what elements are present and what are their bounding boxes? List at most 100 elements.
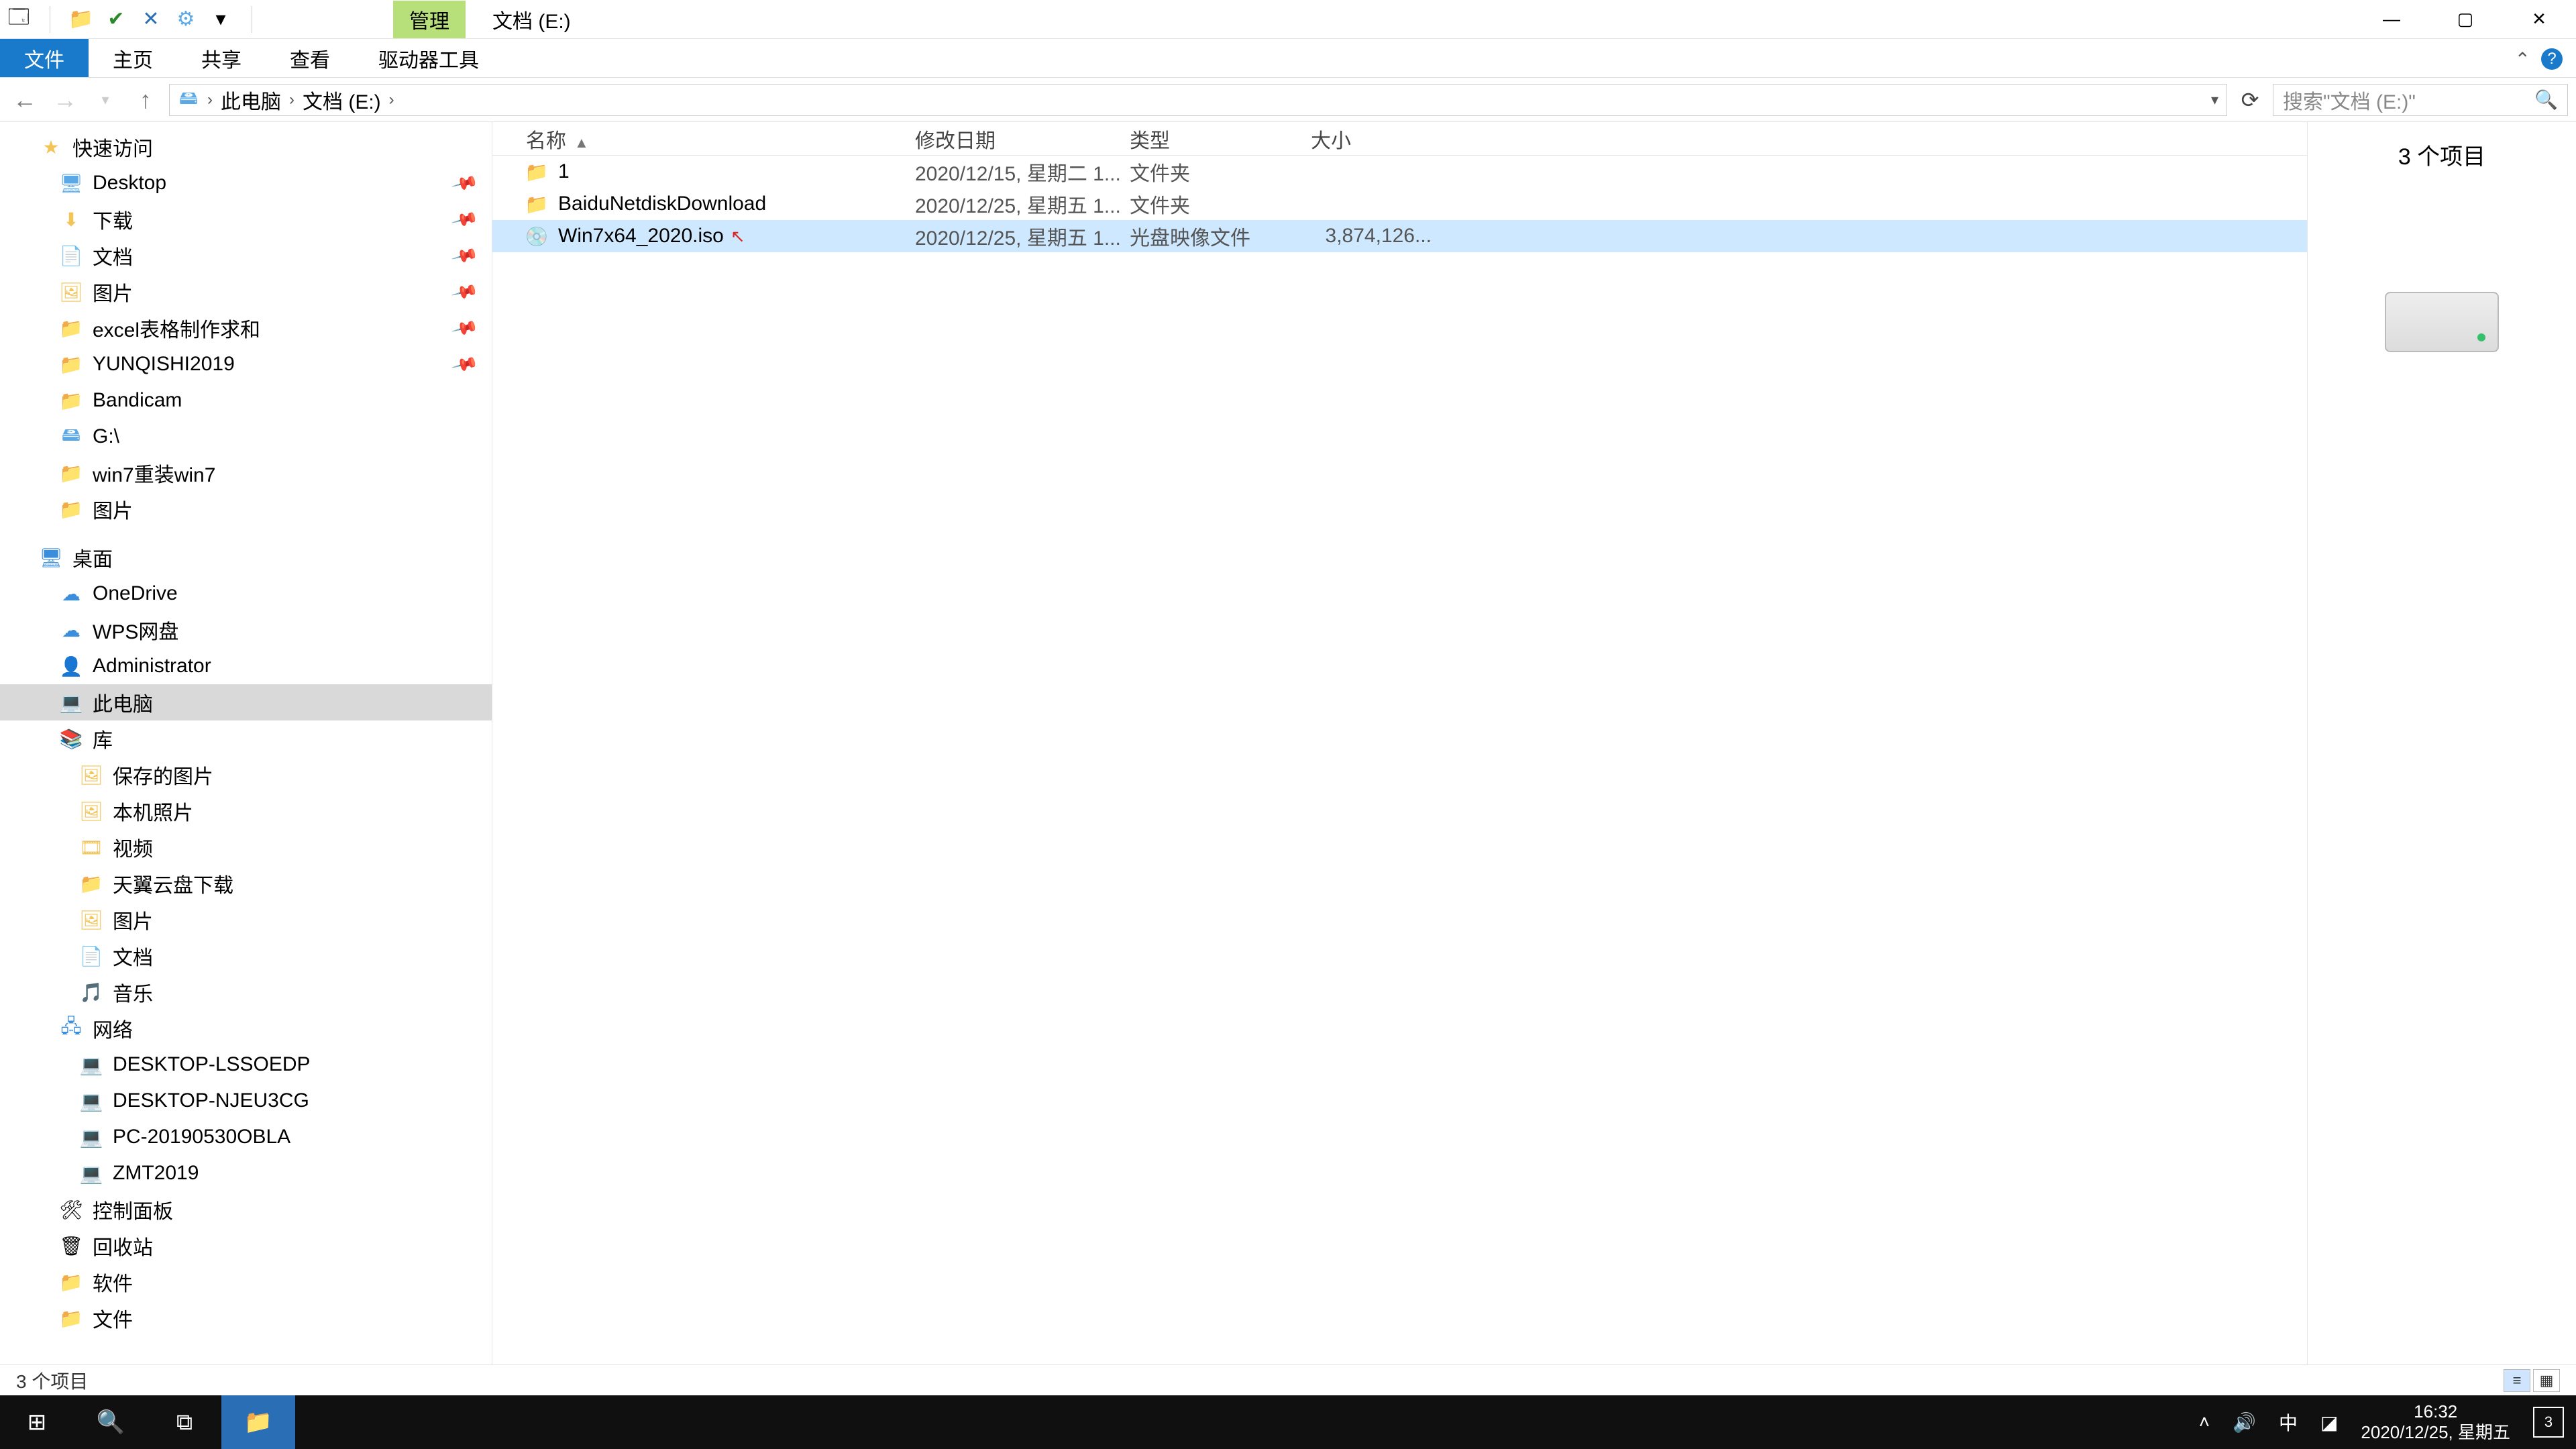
nav-software[interactable]: 📁软件 xyxy=(0,1264,492,1300)
back-button[interactable]: ← xyxy=(8,83,42,117)
nav-pictures2[interactable]: 📁图片 xyxy=(0,491,492,527)
nav-net-d1[interactable]: 💻DESKTOP-LSSOEDP xyxy=(0,1046,492,1083)
view-thumbnails-button[interactable]: ▦ xyxy=(2533,1369,2560,1392)
address-dropdown-icon[interactable]: ▾ xyxy=(2211,91,2218,109)
recent-dropdown-icon[interactable]: ▾ xyxy=(89,83,122,117)
file-date: 2020/12/15, 星期二 1... xyxy=(915,157,1130,186)
desktop-icon: 🖥 xyxy=(40,547,62,568)
col-date[interactable]: 修改日期 xyxy=(915,124,1130,154)
file-name: 1 xyxy=(558,160,570,183)
taskview-button[interactable]: ⧉ xyxy=(148,1395,221,1449)
file-row[interactable]: 📁BaiduNetdiskDownload2020/12/25, 星期五 1..… xyxy=(492,188,2307,220)
col-size[interactable]: 大小 xyxy=(1311,124,1432,154)
recycle-icon: 🗑 xyxy=(60,1235,82,1256)
nav-thispc[interactable]: 💻此电脑 xyxy=(0,684,492,720)
user-icon: 👤 xyxy=(60,655,82,677)
breadcrumb-drive[interactable]: 文档 (E:) xyxy=(303,85,381,115)
breadcrumb-thispc[interactable]: 此电脑 xyxy=(221,85,281,115)
nav-downloads[interactable]: ⬇下载📌 xyxy=(0,201,492,237)
nav-wps[interactable]: ☁WPS网盘 xyxy=(0,612,492,648)
nav-gdrive[interactable]: 🖴G:\ xyxy=(0,419,492,455)
pin-icon: 📌 xyxy=(450,350,480,378)
tab-view[interactable]: 查看 xyxy=(266,39,354,77)
action-center-button[interactable]: 3 xyxy=(2533,1407,2564,1438)
address-bar[interactable]: 🖴 › 此电脑 › 文档 (E:) › ▾ xyxy=(169,84,2227,116)
nav-admin[interactable]: 👤Administrator xyxy=(0,648,492,684)
nav-files[interactable]: 📁文件 xyxy=(0,1300,492,1336)
nav-quick-access[interactable]: ★快速访问 xyxy=(0,129,492,165)
nav-desktop-root[interactable]: 🖥桌面 xyxy=(0,539,492,576)
nav-tianyi[interactable]: 📁天翼云盘下载 xyxy=(0,865,492,902)
nav-excel[interactable]: 📁excel表格制作求和📌 xyxy=(0,310,492,346)
file-row[interactable]: 📁 1 2020/12/15, 星期二 1...文件夹 xyxy=(492,156,2307,188)
quick-access-toolbar: 🗔 📁 ✔ ✕ ⚙ ▾ xyxy=(0,6,259,33)
gear-icon[interactable]: ⚙ xyxy=(175,9,197,30)
folder-icon[interactable]: 📁 xyxy=(70,9,92,30)
file-type: 文件夹 xyxy=(1130,157,1311,186)
nav-music[interactable]: 🎵音乐 xyxy=(0,974,492,1010)
nav-net-d4[interactable]: 💻ZMT2019 xyxy=(0,1155,492,1191)
check-icon[interactable]: ✔ xyxy=(105,9,127,30)
view-details-button[interactable]: ≡ xyxy=(2504,1369,2530,1392)
tab-drive-tools[interactable]: 驱动器工具 xyxy=(354,39,503,77)
nav-recycle[interactable]: 🗑回收站 xyxy=(0,1228,492,1264)
cursor-icon: ↖ xyxy=(731,226,745,247)
navigation-pane[interactable]: ★快速访问 🖥Desktop📌 ⬇下载📌 📄文档📌 🖼图片📌 📁excel表格制… xyxy=(0,122,492,1364)
tray-overflow-icon[interactable]: ˄ xyxy=(2199,1411,2210,1433)
nav-bandicam[interactable]: 📁Bandicam xyxy=(0,382,492,419)
nav-docs2[interactable]: 📄文档 xyxy=(0,938,492,974)
close-button[interactable]: ✕ xyxy=(2502,0,2576,39)
tab-share[interactable]: 共享 xyxy=(177,39,266,77)
file-type: 光盘映像文件 xyxy=(1130,221,1311,251)
pin-icon: 📌 xyxy=(450,313,480,342)
close-blue-icon[interactable]: ✕ xyxy=(140,9,162,30)
chevron-right-icon[interactable]: › xyxy=(389,91,394,109)
explorer-taskbar-button[interactable]: 📁 xyxy=(221,1395,295,1449)
chevron-up-icon[interactable]: ⌃ xyxy=(2515,48,2530,70)
col-name[interactable]: 名称▲ xyxy=(526,124,915,154)
nav-yunqishi[interactable]: 📁YUNQISHI2019📌 xyxy=(0,346,492,382)
nav-localpics[interactable]: 🖼本机照片 xyxy=(0,793,492,829)
nav-onedrive[interactable]: ☁OneDrive xyxy=(0,576,492,612)
ime-indicator[interactable]: 中 xyxy=(2279,1409,2298,1436)
network-icon[interactable]: ◪ xyxy=(2320,1411,2338,1434)
nav-libraries[interactable]: 📚库 xyxy=(0,720,492,757)
file-row[interactable]: 💿Win7x64_2020.iso↖2020/12/25, 星期五 1...光盘… xyxy=(492,220,2307,252)
nav-pics3[interactable]: 🖼图片 xyxy=(0,902,492,938)
search-icon[interactable]: 🔍 xyxy=(2534,89,2558,111)
nav-desktop[interactable]: 🖥Desktop📌 xyxy=(0,165,492,201)
qat-dropdown-icon[interactable]: ▾ xyxy=(210,9,231,30)
refresh-button[interactable]: ⟳ xyxy=(2234,84,2266,116)
contextual-tab-label[interactable]: 管理 xyxy=(393,1,466,38)
body: ★快速访问 🖥Desktop📌 ⬇下载📌 📄文档📌 🖼图片📌 📁excel表格制… xyxy=(0,122,2576,1364)
clock[interactable]: 16:32 2020/12/25, 星期五 xyxy=(2361,1401,2510,1443)
nav-net-d3[interactable]: 💻PC-20190530OBLA xyxy=(0,1119,492,1155)
nav-pictures[interactable]: 🖼图片📌 xyxy=(0,274,492,310)
help-icon[interactable]: ? xyxy=(2541,48,2563,70)
search-input[interactable]: 搜索"文档 (E:)" 🔍 xyxy=(2273,84,2568,116)
pc-icon: 💻 xyxy=(80,1163,102,1184)
nav-controlpanel[interactable]: 🛠控制面板 xyxy=(0,1191,492,1228)
nav-network[interactable]: 🖧网络 xyxy=(0,1010,492,1046)
forward-button[interactable]: → xyxy=(48,83,82,117)
address-row: ← → ▾ ↑ 🖴 › 此电脑 › 文档 (E:) › ▾ ⟳ 搜索"文档 (E… xyxy=(0,78,2576,122)
nav-savedpics[interactable]: 🖼保存的图片 xyxy=(0,757,492,793)
volume-icon[interactable]: 🔊 xyxy=(2233,1411,2256,1434)
nav-win7[interactable]: 📁win7重装win7 xyxy=(0,455,492,491)
maximize-button[interactable]: ▢ xyxy=(2428,0,2502,39)
nav-net-d2[interactable]: 💻DESKTOP-NJEU3CG xyxy=(0,1083,492,1119)
minimize-button[interactable]: — xyxy=(2355,0,2428,39)
up-button[interactable]: ↑ xyxy=(129,83,162,117)
col-type[interactable]: 类型 xyxy=(1130,124,1311,154)
nav-documents[interactable]: 📄文档📌 xyxy=(0,237,492,274)
search-button[interactable]: 🔍 xyxy=(74,1395,148,1449)
clock-time: 16:32 xyxy=(2361,1401,2510,1422)
tab-home[interactable]: 主页 xyxy=(89,39,177,77)
chevron-right-icon[interactable]: › xyxy=(289,91,294,109)
start-button[interactable]: ⊞ xyxy=(0,1395,74,1449)
tab-file[interactable]: 文件 xyxy=(0,39,89,77)
view-switcher: ≡ ▦ xyxy=(2504,1369,2560,1392)
chevron-right-icon[interactable]: › xyxy=(207,91,213,109)
folder-icon: 📁 xyxy=(526,161,547,182)
nav-videos[interactable]: 🎞视频 xyxy=(0,829,492,865)
